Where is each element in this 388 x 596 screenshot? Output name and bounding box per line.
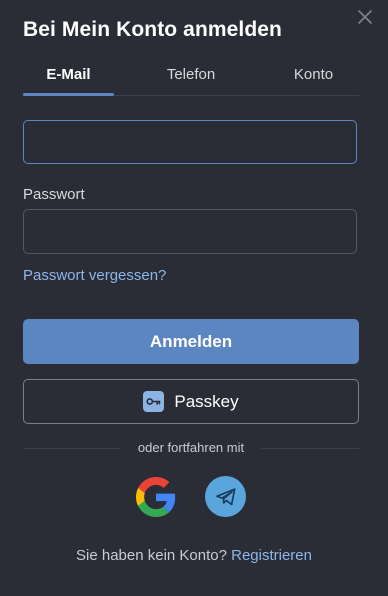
google-icon	[136, 477, 176, 517]
login-button-label: Anmelden	[149, 331, 233, 351]
register-link[interactable]: Registrieren	[231, 547, 312, 564]
login-method-tabs: E-Mail Telefon Konto	[23, 66, 359, 96]
tab-email-label: E-Mail	[46, 66, 91, 83]
tab-account-label: Konto	[293, 66, 334, 83]
login-dialog: Bei Mein Konto anmelden E-Mail Telefon K…	[0, 0, 388, 596]
tab-phone[interactable]: Telefon	[135, 66, 247, 95]
signup-text: Sie haben kein Konto?	[76, 547, 227, 564]
telegram-icon	[215, 487, 235, 505]
telegram-login-button[interactable]	[205, 476, 246, 517]
signup-prompt: Sie haben kein Konto? Registrieren	[0, 547, 388, 564]
divider-line-right	[261, 448, 359, 449]
password-input[interactable]	[23, 209, 357, 254]
forgot-password-link[interactable]: Passwort vergessen?	[23, 267, 166, 284]
email-input[interactable]	[23, 120, 357, 164]
active-tab-indicator	[23, 93, 114, 96]
key-icon	[143, 391, 165, 412]
dialog-title: Bei Mein Konto anmelden	[23, 18, 282, 41]
social-divider: oder fortfahren mit	[23, 440, 359, 456]
password-label: Passwort	[23, 186, 85, 203]
close-icon	[358, 10, 372, 24]
login-button[interactable]: Anmelden	[23, 319, 359, 364]
tab-email[interactable]: E-Mail	[23, 66, 114, 96]
passkey-button[interactable]: Passkey	[23, 379, 359, 424]
close-button[interactable]	[356, 8, 374, 26]
google-login-button[interactable]	[136, 477, 176, 517]
tab-phone-label: Telefon	[166, 66, 216, 83]
tab-account[interactable]: Konto	[268, 66, 359, 95]
passkey-button-label: Passkey	[174, 391, 239, 411]
